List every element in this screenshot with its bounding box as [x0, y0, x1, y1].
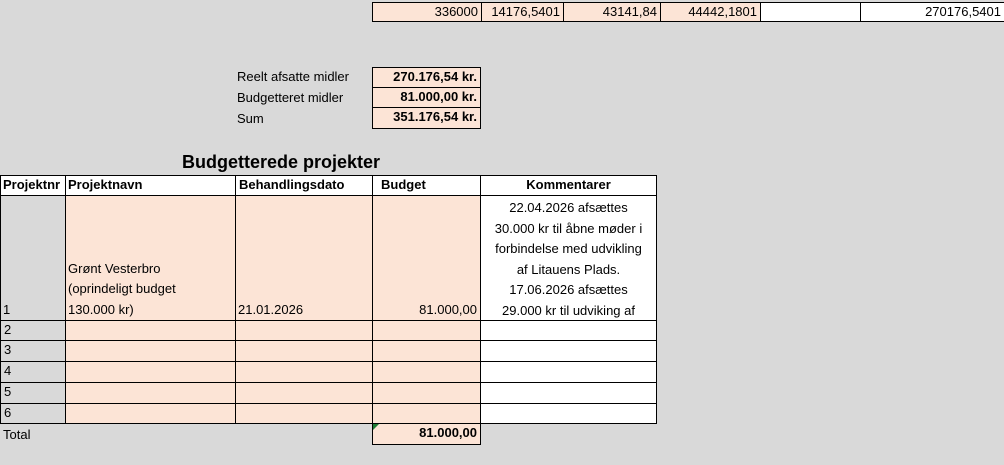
- row1-date[interactable]: 21.01.2026: [235, 195, 373, 321]
- row6-budget[interactable]: [372, 403, 481, 424]
- row3-nr[interactable]: 3: [0, 340, 66, 362]
- comment-line-5: 17.06.2026 afsættes: [509, 282, 628, 297]
- row1-date-text: 21.01.2026: [238, 301, 304, 317]
- row6-comment[interactable]: [480, 403, 657, 424]
- row5-nr[interactable]: 5: [0, 382, 66, 404]
- summary-label-reelt: Reelt afsatte midler: [237, 69, 349, 84]
- row2-comment[interactable]: [480, 320, 657, 341]
- row6-date[interactable]: [235, 403, 373, 424]
- row5-comment[interactable]: [480, 382, 657, 404]
- row4-date[interactable]: [235, 361, 373, 383]
- row4-comment[interactable]: [480, 361, 657, 383]
- row3-budget[interactable]: [372, 340, 481, 362]
- comment-line-4: af Litauens Plads.: [516, 261, 621, 277]
- row1-name-line-1: Grønt Vesterbro: [68, 260, 161, 276]
- header-projektnr[interactable]: Projektnr: [0, 175, 66, 196]
- row6-nr[interactable]: 6: [0, 403, 66, 424]
- header-kommentarer[interactable]: Kommentarer: [480, 175, 657, 196]
- row1-name-line-3: 130.000 kr): [68, 301, 134, 317]
- row1-nr[interactable]: 1: [3, 301, 10, 319]
- comment-line-2: 30.000 kr til åbne møder i: [494, 220, 643, 236]
- row1-budget[interactable]: 81.000,00: [372, 195, 481, 321]
- row5-budget[interactable]: [372, 382, 481, 404]
- row4-nr[interactable]: 4: [0, 361, 66, 383]
- header-behandlingsdato[interactable]: Behandlingsdato: [235, 175, 373, 196]
- comment-line-3: forbindelse med udvikling: [495, 241, 642, 256]
- section-title: Budgetterede projekter: [182, 152, 381, 172]
- row3-date[interactable]: [235, 340, 373, 362]
- top-cell-1[interactable]: 336000: [372, 2, 482, 22]
- summary-label-sum: Sum: [237, 111, 264, 126]
- summary-label-budgetteret: Budgetteret midler: [237, 90, 344, 105]
- row1-name-line-2: (oprindeligt budget: [68, 281, 176, 296]
- total-value[interactable]: 81.000,00: [372, 423, 481, 445]
- row1-name[interactable]: Grønt Vesterbro (oprindeligt budget 130.…: [65, 195, 236, 321]
- header-projektnavn[interactable]: Projektnavn: [65, 175, 236, 196]
- row3-comment[interactable]: [480, 340, 657, 362]
- top-cell-2[interactable]: 14176,5401: [481, 2, 564, 22]
- row1-budget-text: 81.000,00: [419, 301, 477, 317]
- row4-name[interactable]: [65, 361, 236, 383]
- row1-comment[interactable]: 22.04.2026 afsættes 30.000 kr til åbne m…: [480, 195, 657, 321]
- row2-name[interactable]: [65, 320, 236, 341]
- summary-value-sum[interactable]: 351.176,54 kr.: [372, 107, 481, 129]
- row2-date[interactable]: [235, 320, 373, 341]
- row4-budget[interactable]: [372, 361, 481, 383]
- summary-value-reelt[interactable]: 270.176,54 kr.: [372, 67, 481, 88]
- top-cell-3[interactable]: 43141,84: [563, 2, 661, 22]
- top-cell-5[interactable]: [760, 2, 861, 22]
- row3-name[interactable]: [65, 340, 236, 362]
- header-budget[interactable]: Budget: [372, 175, 481, 196]
- row5-date[interactable]: [235, 382, 373, 404]
- comment-line-1: 22.04.2026 afsættes: [509, 200, 628, 215]
- top-cell-6[interactable]: 270176,5401: [860, 2, 1004, 22]
- row2-nr[interactable]: 2: [0, 320, 66, 341]
- row2-budget[interactable]: [372, 320, 481, 341]
- comment-line-6: 29.000 kr til udviking af: [502, 302, 635, 318]
- row6-name[interactable]: [65, 403, 236, 424]
- total-label: Total: [3, 427, 31, 442]
- top-cell-4[interactable]: 44442,1801: [660, 2, 761, 22]
- row5-name[interactable]: [65, 382, 236, 404]
- summary-value-budgetteret[interactable]: 81.000,00 kr.: [372, 87, 481, 108]
- error-indicator-icon: [373, 424, 379, 430]
